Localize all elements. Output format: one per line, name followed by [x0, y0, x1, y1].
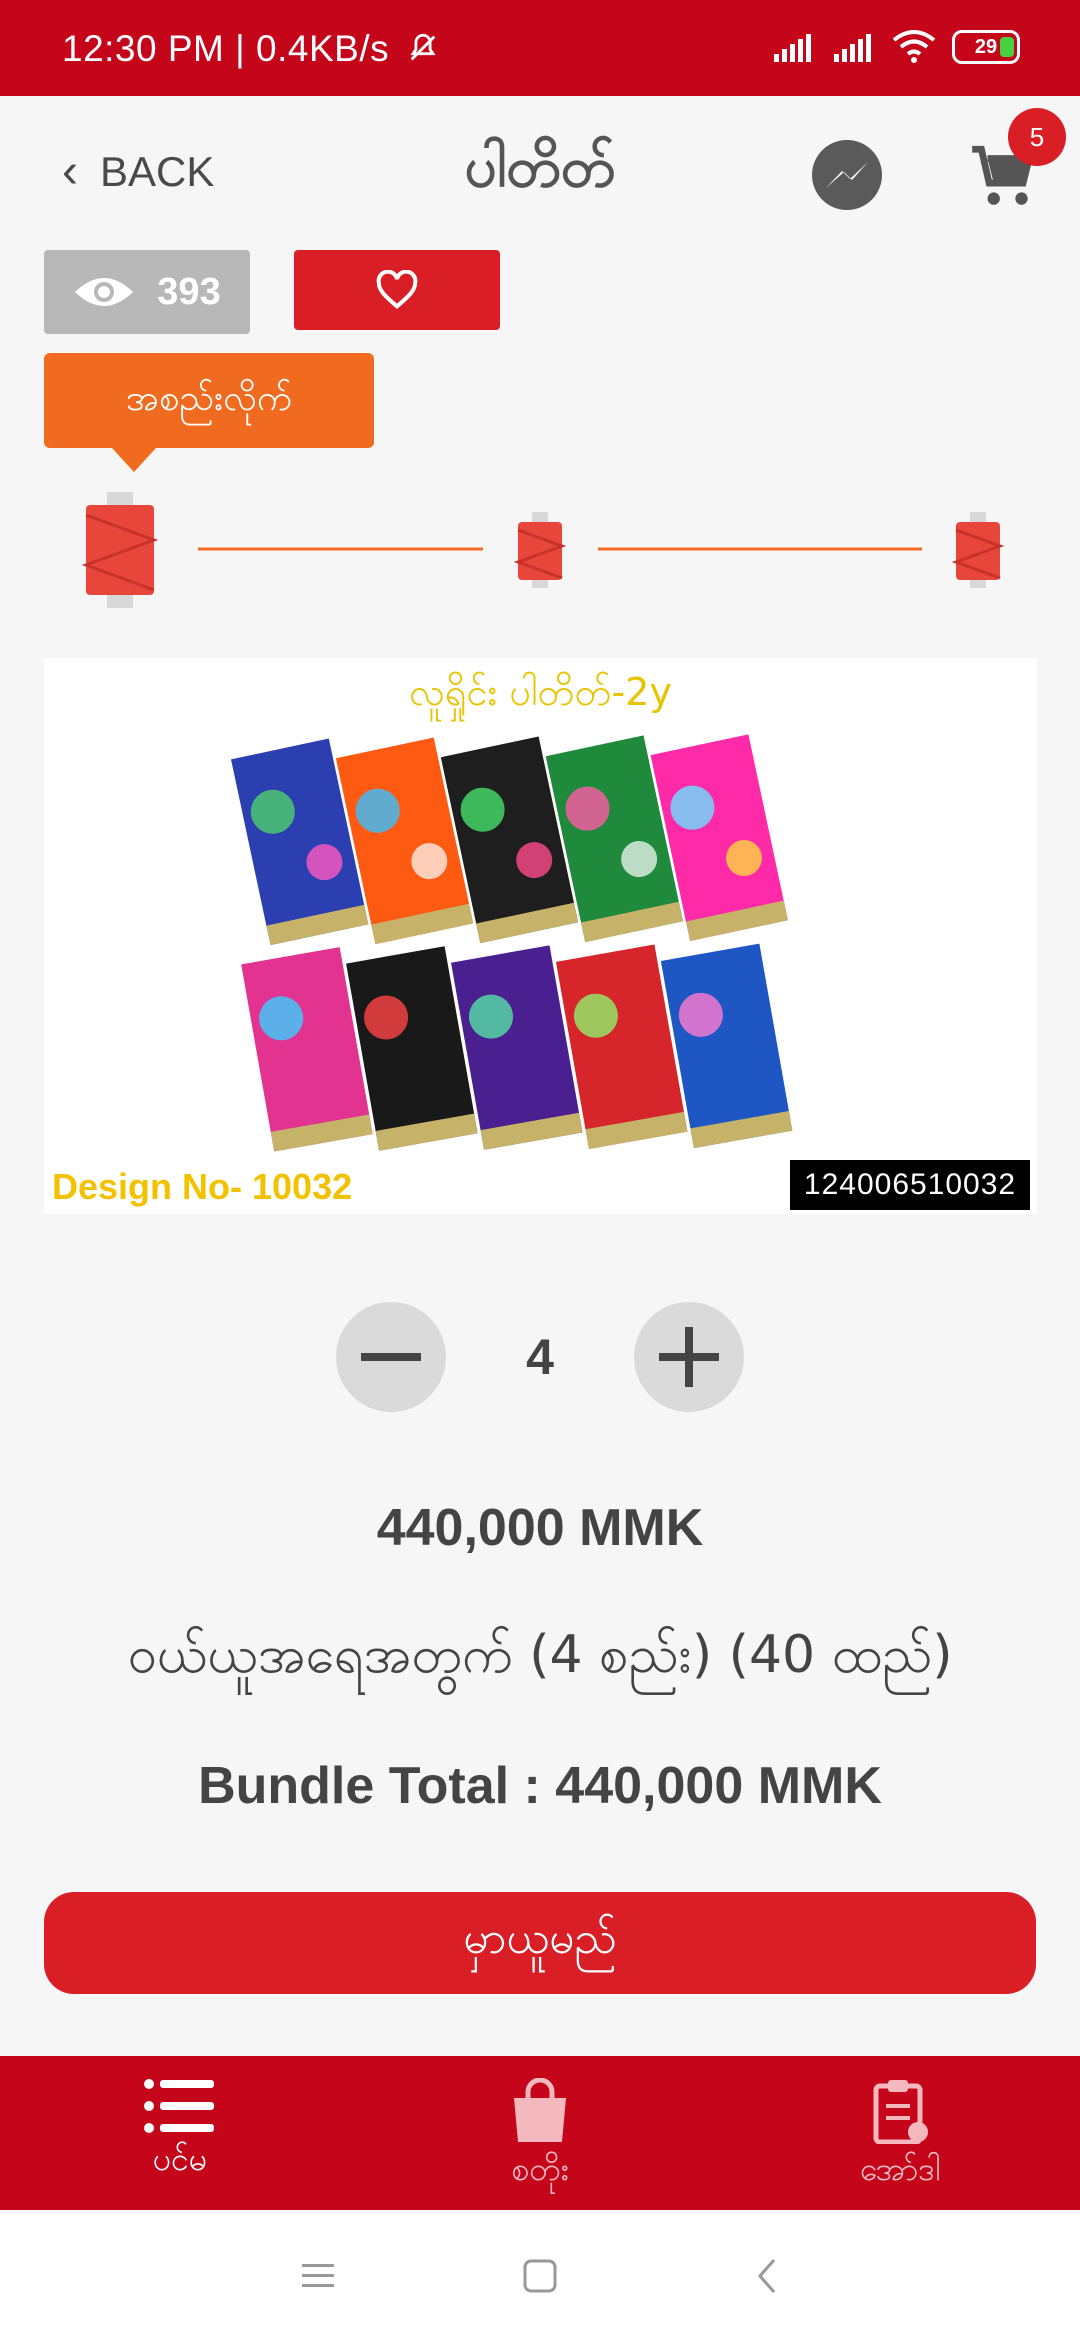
spool-option-small[interactable]: [951, 512, 1005, 588]
spool-option-large[interactable]: [81, 492, 159, 608]
quantity-value: 4: [526, 1329, 554, 1385]
page-title: ပါတိတ်: [464, 135, 616, 200]
spool-option-medium[interactable]: [513, 512, 567, 588]
nav-item-orders[interactable]: အော်ဒါ: [800, 2078, 1000, 2196]
battery-indicator: 29: [952, 30, 1020, 64]
view-count: 393: [44, 250, 250, 334]
nav-label-home: ပင်မ: [152, 2140, 208, 2178]
back-nav-icon[interactable]: [746, 2254, 790, 2298]
minus-icon: [361, 1353, 421, 1361]
bundle-total: Bundle Total : 440,000 MMK: [198, 1757, 882, 1815]
nav-label-orders: အော်ဒါ: [859, 2150, 941, 2188]
heart-icon: [376, 270, 418, 309]
view-count-value: 393: [157, 270, 221, 313]
mute-icon: [410, 33, 436, 61]
menu-icon[interactable]: [296, 2254, 340, 2298]
messenger-icon: [826, 162, 868, 188]
list-icon: [144, 2079, 214, 2133]
shopping-bag-icon: [514, 2078, 566, 2142]
nav-item-store[interactable]: စတိုး: [440, 2078, 640, 2196]
signal-icon: [774, 34, 811, 62]
favorite-button[interactable]: [294, 250, 500, 330]
status-bar: 12:30 PM | 0.4KB/s 29: [0, 0, 1080, 96]
design-number: Design No- 10032: [52, 1166, 353, 1207]
wifi-icon: [892, 30, 936, 63]
app-header: ‹ BACK ပါတိတ်: [0, 96, 1080, 246]
spool-selector: [81, 492, 1005, 608]
nav-item-home[interactable]: ပင်မ: [80, 2078, 280, 2186]
quantity-note: ဝယ်ယူအရေအတွက် (4 စည်း) (40 ထည်): [127, 1625, 953, 1685]
battery-level: 29: [974, 35, 998, 58]
bottom-nav: ပင်မ စတိုး အော်ဒါ: [0, 2056, 1080, 2210]
product-code: 124006510032: [790, 1160, 1030, 1210]
system-nav-bar: [0, 2210, 1080, 2340]
status-time: 12:30 PM | 0.4KB/s: [62, 28, 390, 69]
home-icon[interactable]: [518, 2254, 562, 2298]
signal-icon-2: [834, 34, 871, 62]
plus-icon: [659, 1327, 719, 1387]
messenger-button[interactable]: [812, 140, 882, 210]
bundle-type-tooltip: အစည်းလိုက်: [44, 353, 374, 472]
cart-count-badge: 5: [1008, 108, 1066, 166]
decrease-quantity-button[interactable]: [336, 1302, 446, 1412]
nav-label-store: စတိုး: [511, 2150, 569, 2188]
fabric-pattern-image: [231, 734, 793, 1152]
clipboard-icon: [873, 2080, 928, 2144]
increase-quantity-button[interactable]: [634, 1302, 744, 1412]
price: 440,000 MMK: [376, 1499, 704, 1557]
order-button[interactable]: မှာယူမည်: [44, 1892, 1036, 1994]
product-image[interactable]: လူရှိုင်း ပါတိတ်-2y Design No- 10032 124…: [44, 658, 1037, 1214]
eye-icon: [75, 278, 134, 306]
